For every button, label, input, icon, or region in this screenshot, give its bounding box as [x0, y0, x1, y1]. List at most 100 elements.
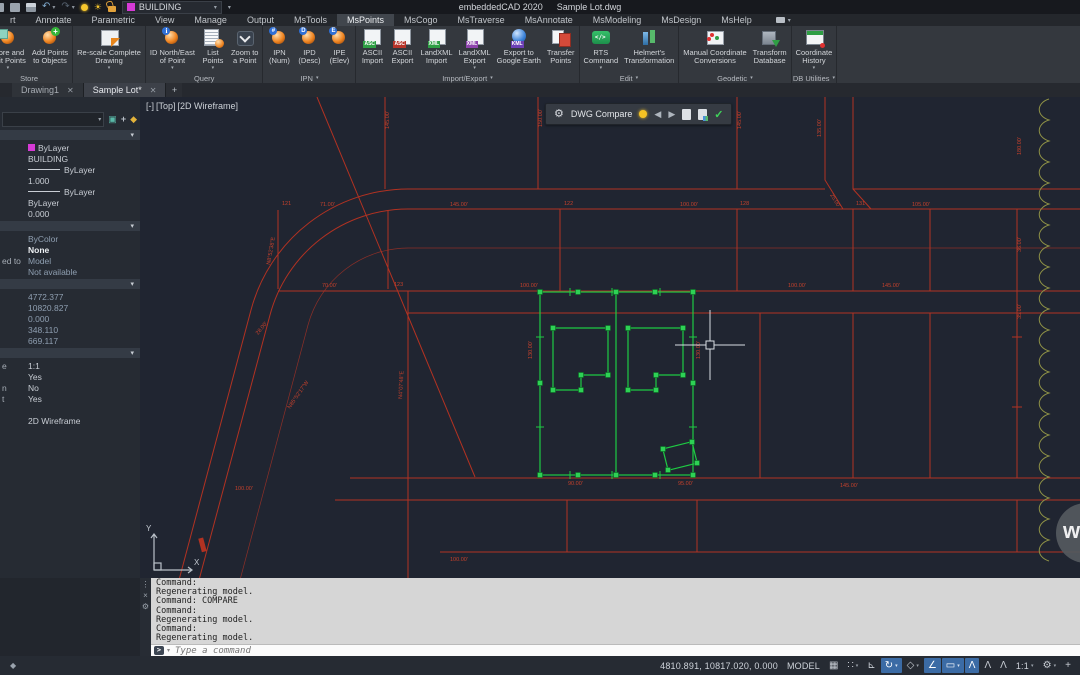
- grip-handle[interactable]: [691, 290, 696, 295]
- property-row[interactable]: 669.117: [0, 335, 140, 346]
- transform-database-button[interactable]: Transform Database: [750, 28, 790, 65]
- redo-icon[interactable]: ↷: [61, 2, 69, 12]
- dropdown-caret-icon[interactable]: ▾: [813, 66, 816, 71]
- dropdown-caret-icon[interactable]: ▾: [473, 66, 476, 71]
- property-value[interactable]: 10820.827: [28, 303, 68, 313]
- menu-tab-rt[interactable]: rt: [0, 14, 26, 26]
- annotation-scale-value[interactable]: 1:1▾: [1012, 658, 1038, 673]
- compare-settings-gear-icon[interactable]: ⚙: [554, 109, 564, 120]
- property-row[interactable]: BUILDING: [0, 153, 140, 164]
- grip-handle[interactable]: [691, 381, 696, 386]
- property-row[interactable]: ByColor: [0, 233, 140, 244]
- select-objects-icon[interactable]: +: [121, 113, 126, 126]
- transfer-points-button[interactable]: Transfer Points: [544, 28, 578, 65]
- grip-handle[interactable]: [551, 326, 556, 331]
- manual-coordinate-conversions-button[interactable]: Manual Coordinate Conversions: [680, 28, 749, 65]
- next-difference-icon[interactable]: ▶: [668, 110, 675, 119]
- drawing-canvas[interactable]: [-] [Top] [2D Wireframe] ⚙ DWG Compare ◀…: [140, 97, 1080, 578]
- compare-highlight-bulb-icon[interactable]: [639, 110, 647, 118]
- property-value[interactable]: 348.110: [28, 325, 58, 335]
- command-input[interactable]: [173, 645, 1080, 657]
- grip-handle[interactable]: [654, 373, 659, 378]
- grip-handle[interactable]: [653, 290, 658, 295]
- property-value[interactable]: Yes: [28, 394, 42, 404]
- close-icon[interactable]: ×: [143, 591, 148, 600]
- properties-section-header[interactable]: ▾: [0, 221, 140, 231]
- close-tab-icon[interactable]: ✕: [150, 86, 157, 95]
- landxml-import-button[interactable]: LandXML Import: [417, 28, 455, 65]
- menu-tab-msannotate[interactable]: MsAnnotate: [515, 14, 583, 26]
- compare-import-icon[interactable]: [682, 109, 691, 120]
- property-row[interactable]: 0.000: [0, 313, 140, 324]
- grip-handle[interactable]: [579, 373, 584, 378]
- property-row[interactable]: 1.000: [0, 175, 140, 186]
- menu-tab-mscogo[interactable]: MsCogo: [394, 14, 448, 26]
- helmerts-transformation-button[interactable]: Helmert's Transformation: [621, 28, 677, 65]
- grip-handle[interactable]: [681, 326, 686, 331]
- customization-gear-icon[interactable]: ⚙▾: [1039, 658, 1060, 673]
- grip-handle[interactable]: [579, 388, 584, 393]
- ascii-import-button[interactable]: ASCII Import: [357, 28, 387, 65]
- save-icon[interactable]: [10, 3, 20, 12]
- coordinate-history-button[interactable]: Coordinate History▾: [793, 28, 836, 71]
- grip-handle[interactable]: [606, 326, 611, 331]
- property-value[interactable]: 0.000: [28, 314, 49, 324]
- clipped-icon[interactable]: [0, 3, 4, 12]
- property-row[interactable]: tYes: [0, 393, 140, 404]
- id-north-east-button[interactable]: ID North/East of Point▾: [147, 28, 198, 71]
- property-value[interactable]: Not available: [28, 267, 77, 277]
- menu-tab-annotate[interactable]: Annotate: [26, 14, 82, 26]
- property-value[interactable]: 2D Wireframe: [28, 416, 80, 426]
- viewport-view-control[interactable]: [Top]: [156, 101, 176, 111]
- ascii-export-button[interactable]: ASCII Export: [387, 28, 417, 65]
- dropdown-caret-icon[interactable]: ▾: [600, 66, 603, 71]
- grip-handle[interactable]: [576, 473, 581, 478]
- property-row[interactable]: 4772.377: [0, 291, 140, 302]
- drag-handle-icon[interactable]: ⋮: [142, 580, 150, 589]
- property-row[interactable]: ByLayer: [0, 186, 140, 197]
- ipn-num-button[interactable]: IPN (Num): [264, 28, 294, 65]
- property-value[interactable]: ByLayer: [28, 198, 59, 208]
- group-expand-caret-icon[interactable]: ▾: [636, 75, 639, 81]
- property-value[interactable]: ByLayer: [38, 143, 69, 153]
- dropdown-caret-icon[interactable]: ▾: [171, 66, 174, 71]
- redo-caret-icon[interactable]: ▾: [72, 4, 75, 11]
- property-row[interactable]: Yes: [0, 371, 140, 382]
- section-collapse-caret-icon[interactable]: ▾: [130, 349, 134, 357]
- grip-handle[interactable]: [681, 373, 686, 378]
- grip-handle[interactable]: [606, 373, 611, 378]
- rescale-drawing-button[interactable]: Re-scale Complete Drawing▾: [74, 28, 144, 71]
- file-tab-sample-lot[interactable]: Sample Lot* ✕: [84, 83, 167, 97]
- property-value[interactable]: None: [28, 245, 49, 255]
- viewport-menu-control[interactable]: [-]: [146, 101, 154, 111]
- command-prompt-icon[interactable]: >: [154, 646, 164, 655]
- print-icon[interactable]: [26, 3, 36, 12]
- grip-handle[interactable]: [551, 388, 556, 393]
- ipe-elev-button[interactable]: IPE (Elev): [324, 28, 354, 65]
- osnap-angle-icon[interactable]: ∠: [924, 658, 941, 673]
- rts-command-button[interactable]: RTS Command▾: [581, 28, 622, 71]
- property-value[interactable]: ByLayer: [64, 187, 95, 197]
- group-expand-caret-icon[interactable]: ▾: [490, 75, 493, 81]
- close-tab-icon[interactable]: ✕: [67, 86, 74, 95]
- object-snap-icon[interactable]: ▭▾: [942, 658, 964, 673]
- toolbar-options-caret-icon[interactable]: ▾: [228, 4, 231, 11]
- property-row[interactable]: Not available: [0, 266, 140, 277]
- property-row[interactable]: nNo: [0, 382, 140, 393]
- group-expand-caret-icon[interactable]: ▾: [750, 75, 753, 81]
- section-collapse-caret-icon[interactable]: ▾: [130, 222, 134, 230]
- annotation-scale-icon[interactable]: Λ: [996, 658, 1011, 673]
- property-row[interactable]: e1:1: [0, 360, 140, 371]
- model-space-button[interactable]: MODEL: [783, 658, 824, 673]
- parcel-linework[interactable]: [179, 97, 1080, 578]
- property-value[interactable]: 0.000: [28, 209, 49, 219]
- menu-tab-manage[interactable]: Manage: [184, 14, 237, 26]
- properties-section-header[interactable]: ▾: [0, 348, 140, 358]
- list-points-button[interactable]: List Points▾: [198, 28, 228, 71]
- wrench-icon[interactable]: ⚙: [142, 602, 149, 611]
- property-row[interactable]: 2D Wireframe: [0, 415, 140, 426]
- menu-tab-mspoints[interactable]: MsPoints: [337, 14, 394, 26]
- property-row[interactable]: None: [0, 244, 140, 255]
- dropdown-caret-icon[interactable]: ▾: [7, 66, 10, 71]
- menu-tab-view[interactable]: View: [145, 14, 184, 26]
